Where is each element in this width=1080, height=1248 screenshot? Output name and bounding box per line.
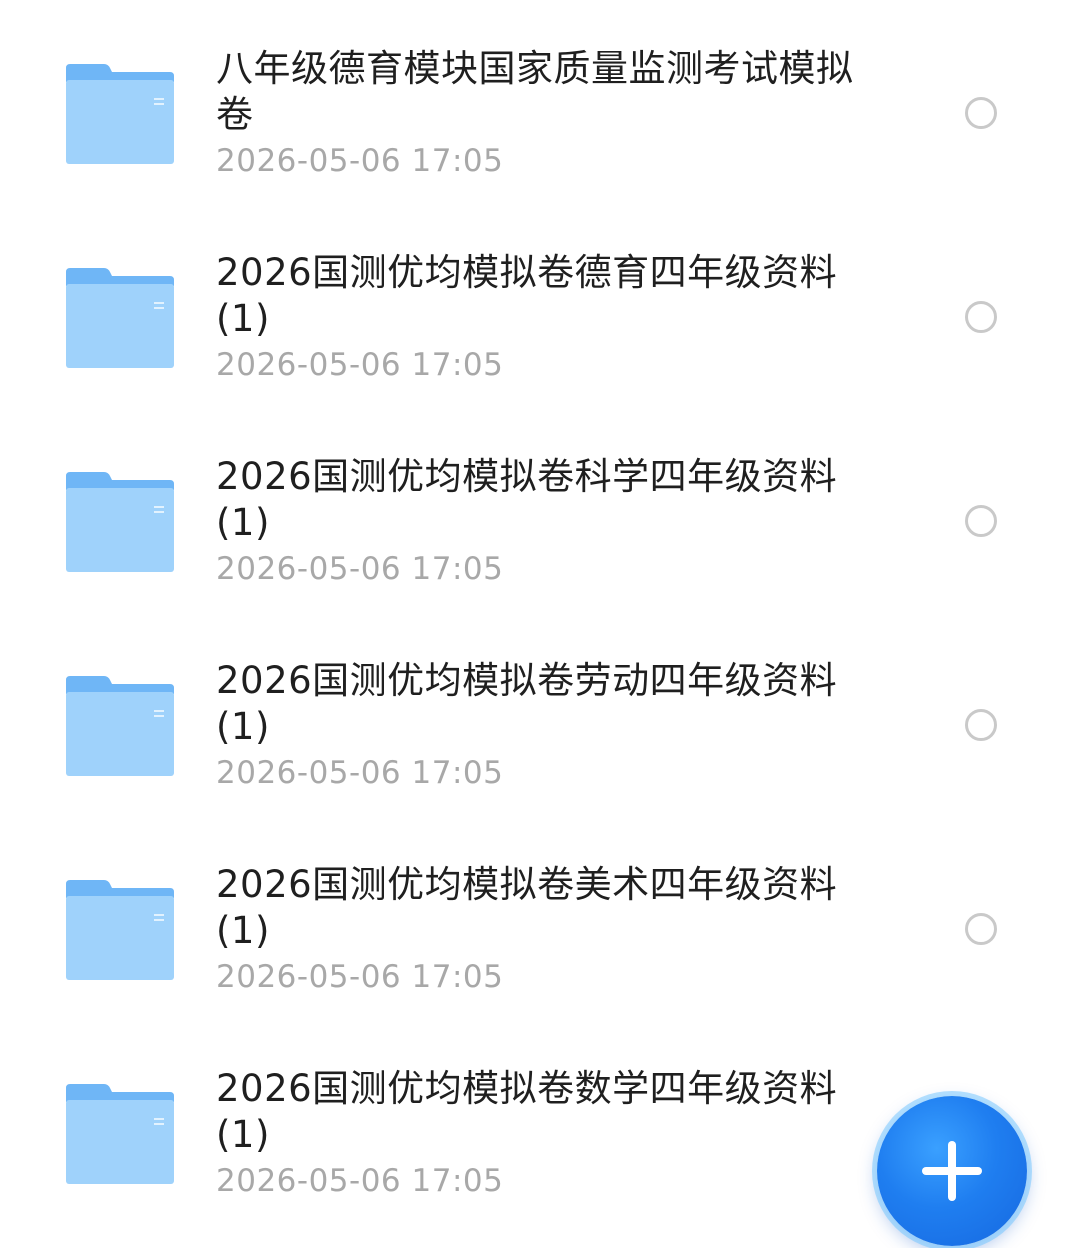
file-name: 2026国测优均模拟卷美术四年级资料(1) [216, 863, 838, 952]
file-name: 八年级德育模块国家质量监测考试模拟卷 [216, 47, 854, 136]
file-date: 2026-05-06 17:05 [216, 347, 504, 383]
radio-unchecked-icon[interactable] [965, 913, 997, 945]
folder-icon [64, 62, 176, 166]
list-item[interactable]: 2026国测优均模拟卷科学四年级资料(1) 2026-05-06 17:05 [0, 408, 1080, 612]
file-date: 2026-05-06 17:05 [216, 1163, 504, 1199]
file-date: 2026-05-06 17:05 [216, 551, 504, 587]
list-item[interactable]: 2026国测优均模拟卷劳动四年级资料(1) 2026-05-06 17:05 [0, 612, 1080, 816]
file-name: 2026国测优均模拟卷数学四年级资料(1) [216, 1067, 838, 1156]
radio-unchecked-icon[interactable] [965, 97, 997, 129]
file-name: 2026国测优均模拟卷劳动四年级资料(1) [216, 659, 838, 748]
list-item[interactable]: 2026国测优均模拟卷德育四年级资料(1) 2026-05-06 17:05 [0, 204, 1080, 408]
radio-unchecked-icon[interactable] [965, 709, 997, 741]
list-item[interactable]: 2026国测优均模拟卷美术四年级资料(1) 2026-05-06 17:05 [0, 816, 1080, 1020]
file-name: 2026国测优均模拟卷科学四年级资料(1) [216, 455, 838, 544]
file-date: 2026-05-06 17:05 [216, 755, 504, 791]
folder-icon [64, 878, 176, 982]
list-item[interactable]: 八年级德育模块国家质量监测考试模拟卷 2026-05-06 17:05 [0, 0, 1080, 204]
file-date: 2026-05-06 17:05 [216, 143, 504, 179]
radio-unchecked-icon[interactable] [965, 505, 997, 537]
plus-icon [922, 1141, 982, 1201]
folder-icon [64, 266, 176, 370]
file-list: 八年级德育模块国家质量监测考试模拟卷 2026-05-06 17:05 2026… [0, 0, 1080, 1248]
radio-unchecked-icon[interactable] [965, 301, 997, 333]
file-name: 2026国测优均模拟卷德育四年级资料(1) [216, 251, 838, 340]
add-button[interactable] [877, 1096, 1027, 1246]
file-date: 2026-05-06 17:05 [216, 959, 504, 995]
folder-icon [64, 1082, 176, 1186]
folder-icon [64, 674, 176, 778]
folder-icon [64, 470, 176, 574]
